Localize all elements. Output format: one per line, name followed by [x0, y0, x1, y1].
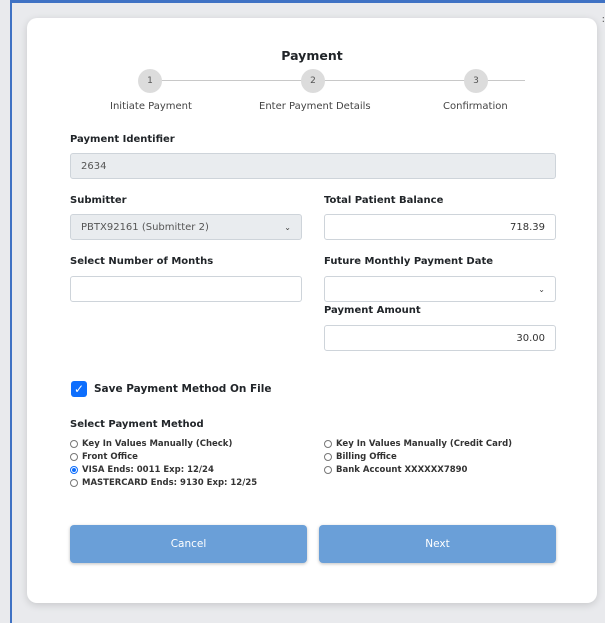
submitter-label: Submitter — [70, 195, 127, 206]
step-label-confirmation: Confirmation — [443, 101, 508, 112]
future-payment-date-label: Future Monthly Payment Date — [324, 256, 494, 267]
payment-option-mastercard[interactable]: MASTERCARD Ends: 9130 Exp: 12/25 — [70, 478, 257, 488]
total-patient-balance-field[interactable]: 718.39 — [324, 214, 556, 240]
window-frame-top — [10, 0, 605, 3]
payment-option-label: VISA Ends: 0011 Exp: 12/24 — [82, 465, 214, 475]
radio-button[interactable] — [70, 479, 78, 487]
radio-button[interactable] — [324, 466, 332, 474]
payment-identifier-value: 2634 — [81, 160, 107, 172]
window-frame-left — [10, 0, 12, 623]
submitter-value: PBTX92161 (Submitter 2) — [81, 221, 209, 233]
number-of-months-input[interactable] — [70, 276, 302, 302]
payment-option-label: Key In Values Manually (Credit Card) — [336, 439, 513, 449]
save-payment-method-checkbox[interactable]: ✓ — [71, 381, 87, 397]
payment-option-front-office[interactable]: Front Office — [70, 452, 138, 462]
save-payment-method-label: Save Payment Method On File — [94, 383, 272, 395]
payment-modal: Payment 1 2 3 Initiate Payment Enter Pay… — [27, 18, 597, 603]
step-circle-3: 3 — [464, 69, 488, 93]
payment-option-check[interactable]: Key In Values Manually (Check) — [70, 439, 232, 449]
radio-button-selected[interactable] — [70, 466, 78, 474]
payment-option-bank-account[interactable]: Bank Account XXXXXX7890 — [324, 465, 467, 475]
radio-button[interactable] — [324, 453, 332, 461]
total-patient-balance-value: 718.39 — [510, 221, 545, 233]
step-label-initiate: Initiate Payment — [110, 101, 192, 112]
corner-mark: : — [601, 14, 605, 25]
radio-button[interactable] — [70, 453, 78, 461]
number-of-months-label: Select Number of Months — [70, 256, 214, 267]
payment-amount-field[interactable]: 30.00 — [324, 325, 556, 351]
payment-amount-value: 30.00 — [516, 332, 545, 344]
step-label-enter-details: Enter Payment Details — [259, 101, 371, 112]
modal-title: Payment — [281, 48, 343, 63]
radio-button[interactable] — [70, 440, 78, 448]
radio-button[interactable] — [324, 440, 332, 448]
next-button[interactable]: Next — [319, 525, 556, 563]
total-patient-balance-label: Total Patient Balance — [324, 195, 444, 206]
payment-option-credit-card[interactable]: Key In Values Manually (Credit Card) — [324, 439, 512, 449]
payment-amount-label: Payment Amount — [324, 305, 421, 316]
payment-identifier-field: 2634 — [70, 153, 556, 179]
submitter-select[interactable]: PBTX92161 (Submitter 2) ⌄ — [70, 214, 302, 240]
chevron-down-icon: ⌄ — [538, 284, 545, 294]
cancel-button[interactable]: Cancel — [70, 525, 307, 563]
payment-option-label: Front Office — [82, 452, 138, 462]
payment-option-label: Bank Account XXXXXX7890 — [336, 465, 468, 475]
chevron-down-icon: ⌄ — [284, 222, 291, 232]
step-circle-1: 1 — [138, 69, 162, 93]
step-circle-2: 2 — [301, 69, 325, 93]
future-payment-date-select[interactable]: ⌄ — [324, 276, 556, 302]
payment-option-visa[interactable]: VISA Ends: 0011 Exp: 12/24 — [70, 465, 214, 475]
payment-option-label: Billing Office — [336, 452, 397, 462]
payment-option-billing-office[interactable]: Billing Office — [324, 452, 397, 462]
payment-method-label: Select Payment Method — [70, 419, 204, 430]
payment-option-label: Key In Values Manually (Check) — [82, 439, 233, 449]
payment-option-label: MASTERCARD Ends: 9130 Exp: 12/25 — [82, 478, 258, 488]
payment-identifier-label: Payment Identifier — [70, 134, 175, 145]
